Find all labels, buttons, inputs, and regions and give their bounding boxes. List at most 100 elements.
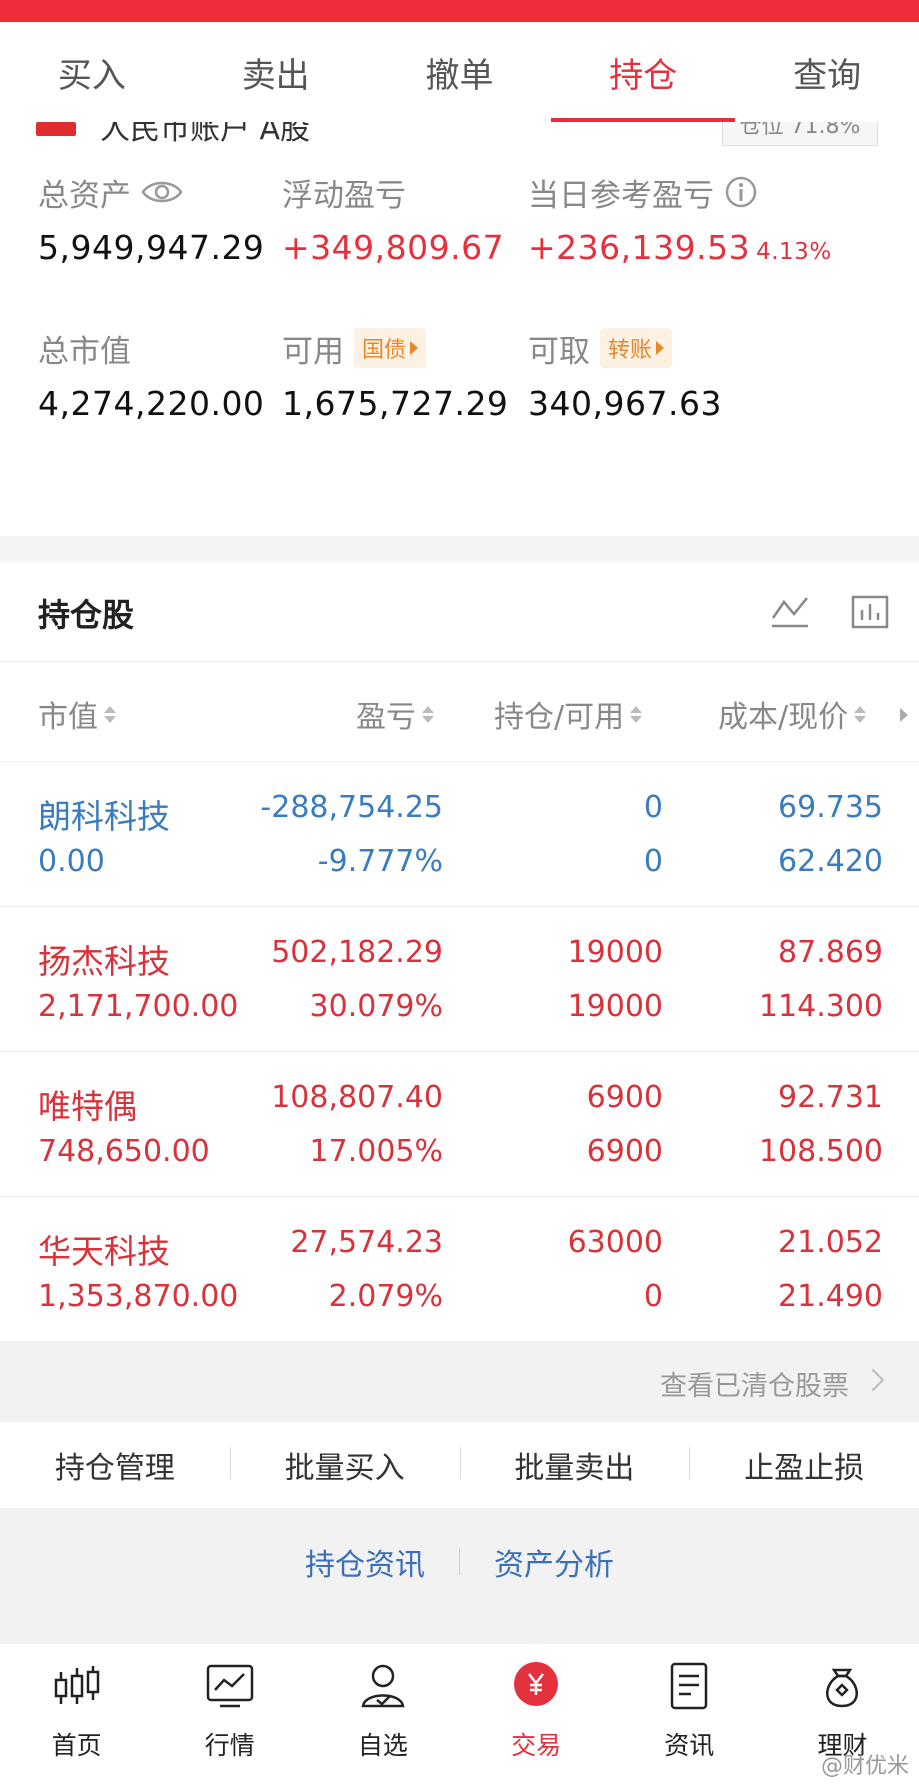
batch-buy-button[interactable]: 批量买入: [229, 1443, 460, 1487]
tab-positions[interactable]: 持仓: [551, 22, 735, 122]
tab-cancel[interactable]: 撤单: [368, 22, 552, 122]
nav-market[interactable]: 行情: [153, 1644, 306, 1786]
col-cost-price[interactable]: 成本/现价: [718, 692, 867, 736]
total-assets-value: 5,949,947.29: [38, 228, 265, 267]
daily-pl-label: 当日参考盈亏: [528, 177, 714, 214]
stock-pl: 27,574.23: [290, 1225, 443, 1260]
stock-available: 0: [643, 1279, 663, 1314]
candlestick-icon: [54, 1666, 99, 1704]
stock-available: 19000: [567, 989, 663, 1024]
nav-watchlist[interactable]: 自选: [306, 1644, 459, 1786]
stock-name: 朗科科技: [38, 797, 170, 836]
col-market-value[interactable]: 市值: [38, 692, 116, 736]
link-divider: [459, 1549, 460, 1575]
stock-available: 6900: [586, 1134, 663, 1169]
daily-pl-percent: 4.13%: [756, 239, 832, 265]
cleared-stocks-label: 查看已清仓股票: [660, 1371, 849, 1402]
account-selector[interactable]: 人民币账户 A股 仓位 71.8%: [0, 122, 919, 156]
stock-price: 114.300: [758, 989, 883, 1024]
holdings-column-header: 市值 盈亏 持仓/可用 成本/现价: [0, 662, 919, 762]
sort-icon: [104, 705, 116, 723]
floating-pl-value: +349,809.67: [282, 228, 505, 267]
asset-analysis-link[interactable]: 资产分析: [494, 1540, 614, 1584]
table-row[interactable]: 朗科科技 0.00 -288,754.25 -9.777% 0 0 69.735…: [0, 762, 919, 907]
available-funds: 可用 国债 1,675,727.29: [282, 326, 508, 423]
stock-available: 0: [643, 844, 663, 879]
nav-label: 交易: [511, 1731, 562, 1760]
chart-icon: [206, 1664, 253, 1708]
stock-name: 唯特偶: [38, 1087, 137, 1126]
bottom-nav: 首页 行情 自选 交易 资讯 理财: [0, 1644, 919, 1786]
market-value-label: 总市值: [38, 333, 131, 370]
user-icon: [361, 1664, 405, 1708]
document-icon: [671, 1662, 708, 1710]
floating-pl: 浮动盈亏 +349,809.67: [282, 170, 505, 268]
section-divider: [0, 536, 919, 562]
sort-icon: [422, 705, 434, 723]
nav-home[interactable]: 首页: [0, 1644, 153, 1786]
stock-cost: 87.869: [778, 935, 883, 970]
stock-market-value: 0.00: [38, 844, 105, 879]
stock-pl-percent: 30.079%: [309, 989, 443, 1024]
nav-trade[interactable]: 交易: [460, 1644, 613, 1786]
batch-sell-button[interactable]: 批量卖出: [459, 1443, 690, 1487]
manage-positions-button[interactable]: 持仓管理: [0, 1443, 230, 1487]
nav-news[interactable]: 资讯: [613, 1644, 766, 1786]
total-assets-label: 总资产: [38, 177, 131, 214]
stock-name: 华天科技: [38, 1232, 170, 1271]
holding-news-link[interactable]: 持仓资讯: [305, 1540, 425, 1584]
treasury-bond-button[interactable]: 国债: [354, 328, 427, 368]
nav-label: 自选: [357, 1731, 408, 1760]
tab-sell[interactable]: 卖出: [184, 22, 368, 122]
cleared-stocks-link[interactable]: 查看已清仓股票: [0, 1342, 919, 1422]
col-position[interactable]: 持仓/可用: [494, 692, 643, 736]
holdings-header: 持仓股: [0, 562, 919, 662]
withdrawable-label: 可取: [528, 333, 590, 370]
col-pl[interactable]: 盈亏: [356, 692, 434, 736]
table-row[interactable]: 扬杰科技 2,171,700.00 502,182.29 30.079% 190…: [0, 907, 919, 1052]
asset-summary: 总资产 5,949,947.29 浮动盈亏 +349,809.67 当日参考盈亏…: [0, 156, 919, 536]
nav-label: 资讯: [664, 1731, 715, 1760]
stock-pl: 108,807.40: [271, 1080, 443, 1115]
chevron-right-icon: [861, 1368, 885, 1392]
stock-cost: 69.735: [778, 790, 883, 825]
stock-market-value: 2,171,700.00: [38, 989, 239, 1024]
stock-position: 19000: [567, 935, 663, 970]
total-assets: 总资产 5,949,947.29: [38, 170, 265, 268]
line-chart-icon[interactable]: [770, 594, 810, 630]
bar-chart-icon[interactable]: [850, 594, 890, 630]
tab-query[interactable]: 查询: [735, 22, 919, 122]
more-columns-icon[interactable]: [900, 708, 908, 722]
market-value: 总市值 4,274,220.00: [38, 326, 265, 424]
eye-icon[interactable]: [141, 178, 183, 206]
market-value-value: 4,274,220.00: [38, 384, 265, 423]
table-row[interactable]: 唯特偶 748,650.00 108,807.40 17.005% 6900 6…: [0, 1052, 919, 1197]
stock-cost: 92.731: [778, 1080, 883, 1115]
nav-label: 行情: [204, 1731, 255, 1760]
play-icon: [410, 341, 419, 355]
info-icon[interactable]: [724, 175, 758, 209]
sort-icon: [854, 705, 867, 723]
stock-pl: 502,182.29: [271, 935, 443, 970]
money-bag-icon: [826, 1668, 859, 1708]
stock-position: 0: [643, 790, 663, 825]
withdrawable-value: 340,967.63: [528, 384, 722, 423]
stock-price: 21.490: [778, 1279, 883, 1314]
account-name: 人民币账户 A股: [100, 122, 311, 147]
available-label: 可用: [282, 333, 344, 370]
withdrawable-funds: 可取 转账 340,967.63: [528, 326, 722, 423]
stock-market-value: 1,353,870.00: [38, 1279, 239, 1314]
stock-name: 扬杰科技: [38, 942, 170, 981]
table-row[interactable]: 华天科技 1,353,870.00 27,574.23 2.079% 63000…: [0, 1197, 919, 1342]
play-icon: [656, 341, 665, 355]
sort-icon: [630, 705, 643, 723]
watermark: @财优米: [820, 1754, 909, 1779]
available-value: 1,675,727.29: [282, 384, 509, 423]
take-profit-stop-loss-button[interactable]: 止盈止损: [689, 1443, 919, 1487]
position-ratio-badge: 仓位 71.8%: [722, 122, 878, 146]
account-flag-icon: [36, 122, 76, 136]
stock-price: 108.500: [758, 1134, 883, 1169]
floating-pl-label: 浮动盈亏: [282, 177, 406, 214]
transfer-button[interactable]: 转账: [600, 328, 673, 368]
tab-buy[interactable]: 买入: [0, 22, 184, 122]
